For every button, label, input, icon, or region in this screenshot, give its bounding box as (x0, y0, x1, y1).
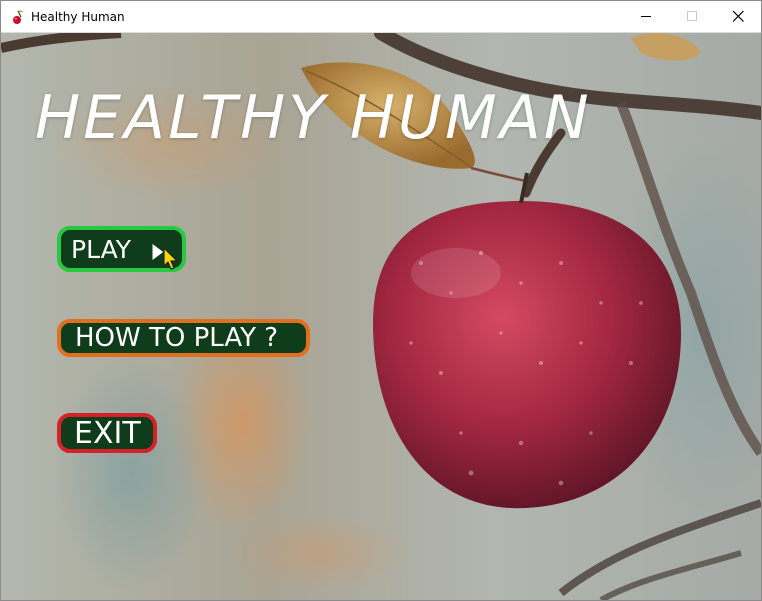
how-to-play-button[interactable]: HOW TO PLAY ? (57, 319, 310, 357)
exit-button[interactable]: EXIT (57, 413, 157, 453)
minimize-icon (640, 16, 651, 17)
game-menu-scene: HEALTHY HUMAN PLAY HOW TO PLAY ? EXIT (1, 33, 761, 600)
exit-label: EXIT (74, 415, 141, 451)
play-label: PLAY (71, 234, 132, 264)
cherry-icon (13, 10, 23, 24)
maximize-button[interactable] (669, 1, 715, 32)
close-button[interactable] (715, 1, 761, 32)
maximize-icon (686, 11, 697, 21)
game-title: HEALTHY HUMAN (35, 83, 592, 153)
close-icon (732, 11, 744, 22)
how-to-play-label: HOW TO PLAY ? (75, 323, 279, 353)
app-window: Healthy Human HEALTHY HUMAN PLAY HOW TO … (0, 0, 762, 601)
play-button[interactable]: PLAY (57, 226, 186, 272)
mouse-cursor-icon (151, 242, 178, 270)
title-bar[interactable]: Healthy Human (1, 1, 761, 33)
minimize-button[interactable] (623, 1, 669, 32)
window-title: Healthy Human (31, 10, 125, 24)
